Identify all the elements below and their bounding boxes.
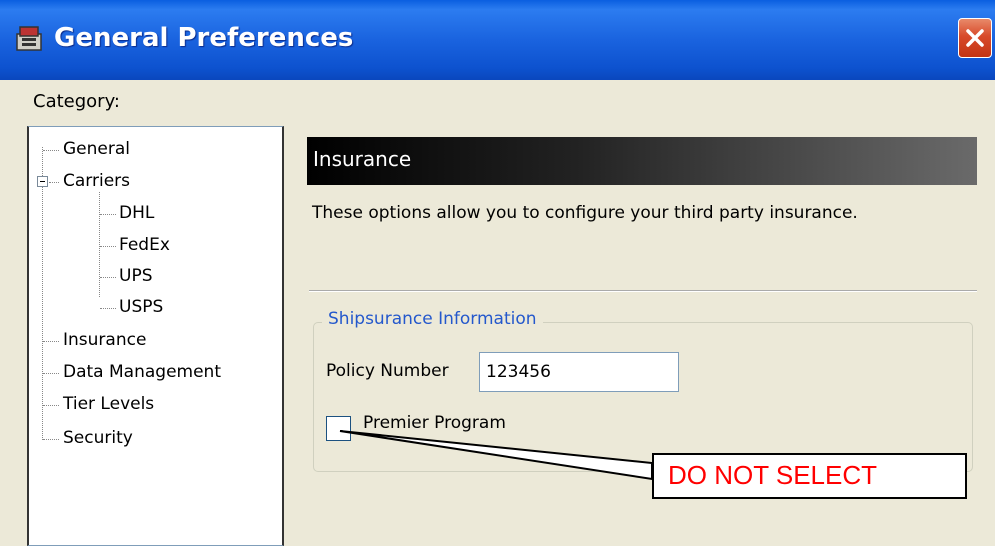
callout-text: DO NOT SELECT (668, 460, 878, 490)
